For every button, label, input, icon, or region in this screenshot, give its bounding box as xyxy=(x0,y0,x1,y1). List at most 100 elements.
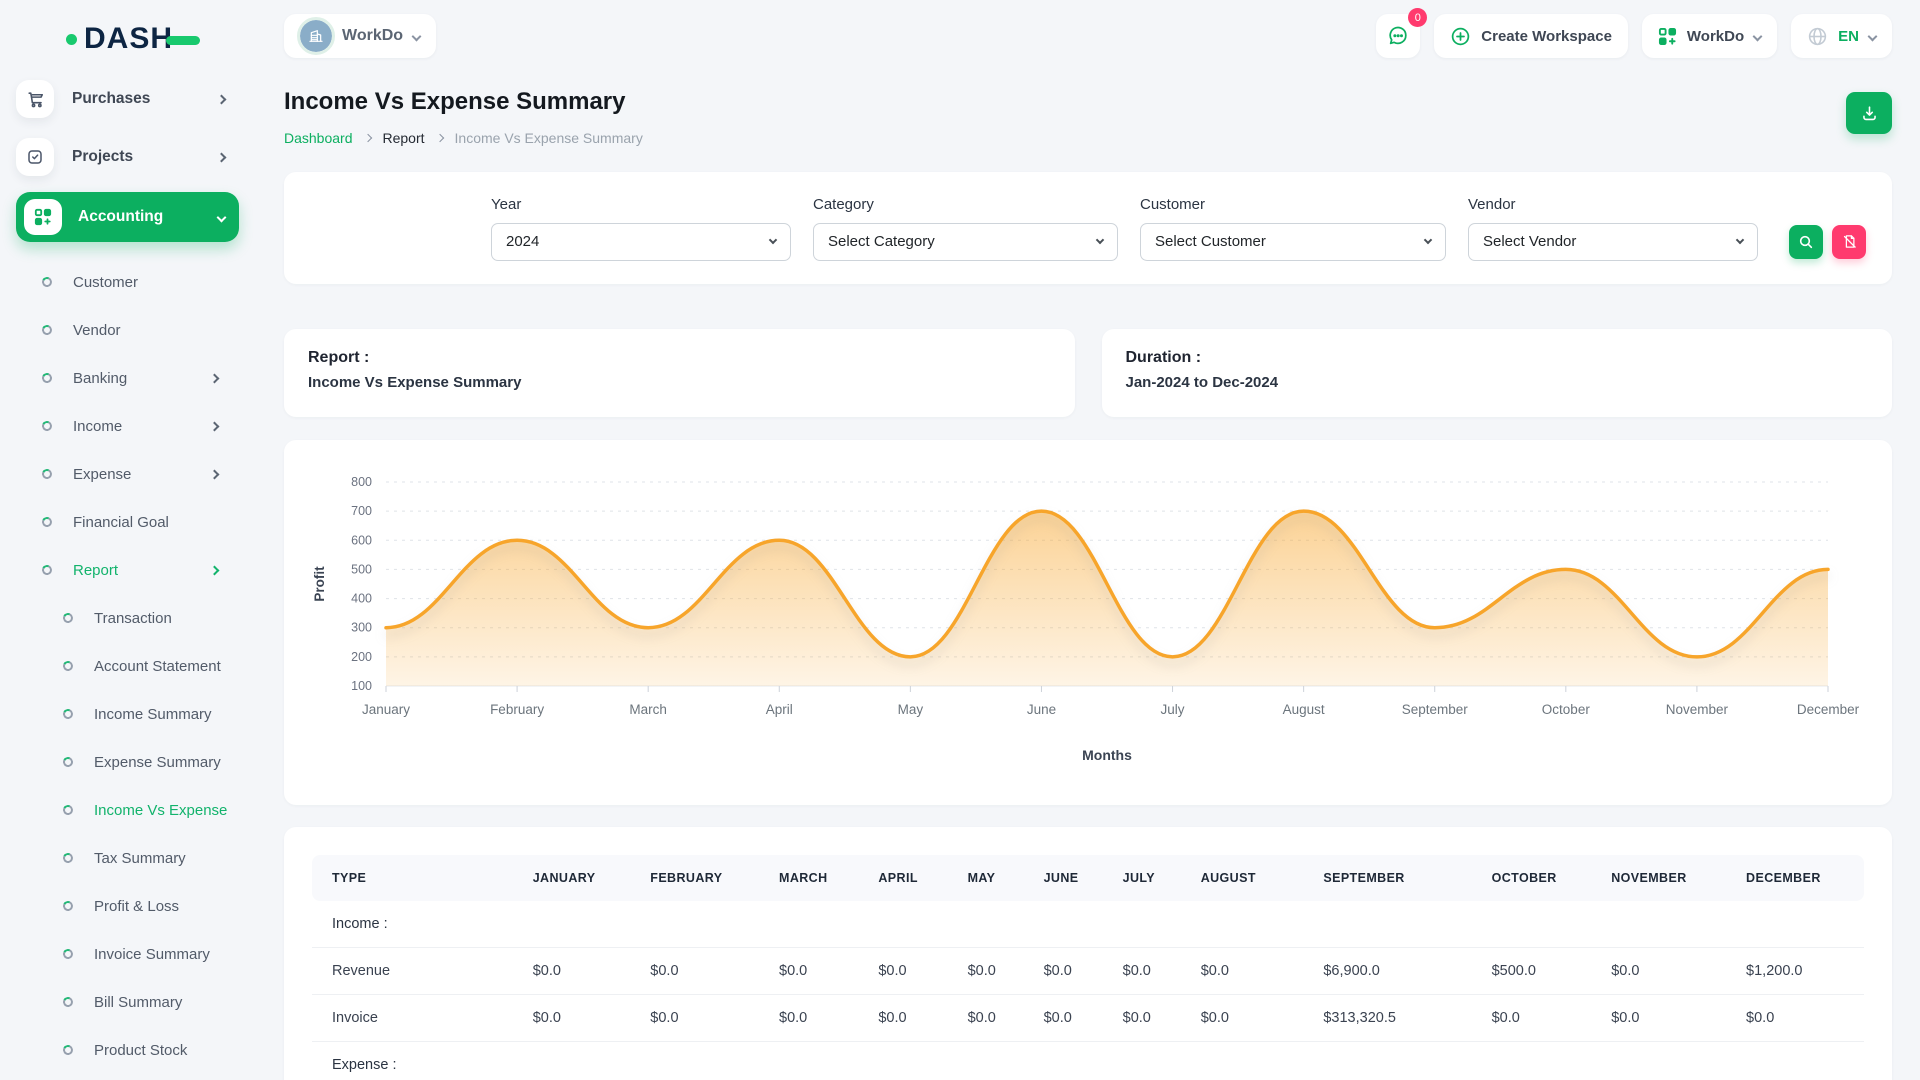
chevron-right-icon xyxy=(210,421,220,431)
breadcrumb-report[interactable]: Report xyxy=(383,130,425,146)
bullet-icon xyxy=(41,516,54,529)
year-select[interactable]: 2024 xyxy=(491,223,791,261)
summary-row: Report : Income Vs Expense Summary Durat… xyxy=(284,329,1892,417)
bullet-icon xyxy=(41,372,54,385)
language-label: EN xyxy=(1838,28,1859,45)
vendor-select[interactable]: Select Vendor xyxy=(1468,223,1758,261)
sidebar-item-expense[interactable]: Expense xyxy=(0,450,255,498)
sidebar-item-label: Expense Summary xyxy=(94,754,255,771)
sidebar-item-label: Report xyxy=(73,562,211,579)
bullet-icon xyxy=(62,756,75,769)
table-row: Revenue$0.0$0.0$0.0$0.0$0.0$0.0$0.0$0.0$… xyxy=(312,948,1864,995)
section-label: Income : xyxy=(312,901,1864,948)
sidebar-item-income-summary[interactable]: Income Summary xyxy=(0,690,255,738)
reset-button[interactable] xyxy=(1832,225,1866,259)
sidebar-item-bill-summary[interactable]: Bill Summary xyxy=(0,978,255,1026)
year-label: Year xyxy=(491,196,791,213)
chat-button[interactable]: 0 xyxy=(1376,14,1420,58)
cart-icon xyxy=(16,80,54,118)
svg-text:October: October xyxy=(1542,702,1591,717)
row-type-label: Invoice xyxy=(312,995,513,1042)
breadcrumb-dashboard[interactable]: Dashboard xyxy=(284,130,353,146)
sidebar-item-purchases[interactable]: Purchases xyxy=(16,76,239,122)
column-header: JUNE xyxy=(1024,855,1103,901)
chevron-down-icon xyxy=(217,212,227,222)
sidebar-item-report[interactable]: Report xyxy=(0,546,255,594)
sidebar-item-projects[interactable]: Projects xyxy=(16,134,239,180)
globe-icon xyxy=(1807,26,1828,47)
workdo-menu-button[interactable]: WorkDo xyxy=(1642,14,1777,58)
category-select[interactable]: Select Category xyxy=(813,223,1118,261)
bullet-icon xyxy=(62,1044,75,1057)
sidebar-item-customer[interactable]: Customer xyxy=(0,258,255,306)
workspace-selector[interactable]: WorkDo xyxy=(284,14,436,58)
table-row: Invoice$0.0$0.0$0.0$0.0$0.0$0.0$0.0$0.0$… xyxy=(312,995,1864,1042)
chevron-right-icon xyxy=(210,565,220,575)
sidebar-item-tax-summary[interactable]: Tax Summary xyxy=(0,834,255,882)
sidebar-item-label: Transaction xyxy=(94,610,255,627)
sidebar-item-product-stock[interactable]: Product Stock xyxy=(0,1026,255,1074)
language-selector[interactable]: EN xyxy=(1791,14,1892,58)
column-header: OCTOBER xyxy=(1472,855,1592,901)
sidebar-item-income-vs-expense[interactable]: Income Vs Expense xyxy=(0,786,255,834)
breadcrumb: Dashboard Report Income Vs Expense Summa… xyxy=(284,130,643,146)
svg-text:300: 300 xyxy=(351,621,372,635)
download-button[interactable] xyxy=(1846,92,1892,134)
app-logo[interactable]: DASH xyxy=(0,14,255,76)
search-button[interactable] xyxy=(1789,225,1823,259)
cell-value: $0.0 xyxy=(630,995,759,1042)
cell-value: $0.0 xyxy=(1181,995,1304,1042)
chevron-down-icon xyxy=(769,236,777,244)
sidebar-item-profit-loss[interactable]: Profit & Loss xyxy=(0,882,255,930)
sidebar-item-label: Income Summary xyxy=(94,706,255,723)
column-header: JULY xyxy=(1103,855,1181,901)
sidebar-item-expense-summary[interactable]: Expense Summary xyxy=(0,738,255,786)
sidebar-item-account-statement[interactable]: Account Statement xyxy=(0,642,255,690)
customer-select[interactable]: Select Customer xyxy=(1140,223,1446,261)
chevron-right-icon xyxy=(210,373,220,383)
sidebar-item-income[interactable]: Income xyxy=(0,402,255,450)
year-field: Year 2024 xyxy=(491,196,791,261)
sidebar-item-accounting[interactable]: Accounting xyxy=(16,192,239,242)
cell-value: $0.0 xyxy=(1103,995,1181,1042)
chevron-down-icon xyxy=(1736,236,1744,244)
sidebar-item-invoice-summary[interactable]: Invoice Summary xyxy=(0,930,255,978)
sidebar-item-label: Financial Goal xyxy=(73,514,255,531)
svg-text:500: 500 xyxy=(351,562,372,576)
sidebar-item-label: Vendor xyxy=(73,322,255,339)
sidebar-item-financial-goal[interactable]: Financial Goal xyxy=(0,498,255,546)
check-square-icon xyxy=(16,138,54,176)
sidebar-item-transaction[interactable]: Transaction xyxy=(0,594,255,642)
svg-text:June: June xyxy=(1027,702,1056,717)
row-type-label: Revenue xyxy=(312,948,513,995)
chevron-down-icon xyxy=(1868,31,1878,41)
svg-text:100: 100 xyxy=(351,679,372,693)
bullet-icon xyxy=(41,324,54,337)
cell-value: $0.0 xyxy=(513,948,631,995)
vendor-value: Select Vendor xyxy=(1483,233,1576,250)
cell-value: $0.0 xyxy=(948,995,1024,1042)
bullet-icon xyxy=(62,900,75,913)
income-expense-table-card: TYPEJANUARYFEBRUARYMARCHAPRILMAYJUNEJULY… xyxy=(284,827,1892,1080)
sidebar-item-banking[interactable]: Banking xyxy=(0,354,255,402)
sidebar-item-cash-flow[interactable]: Cash Flow xyxy=(0,1074,255,1080)
cell-value: $0.0 xyxy=(1472,995,1592,1042)
svg-text:200: 200 xyxy=(351,650,372,664)
section-label: Expense : xyxy=(312,1042,1864,1080)
duration-card-title: Duration : xyxy=(1126,349,1869,367)
accounting-submenu: Customer Vendor BankingIncomeExpense Financ… xyxy=(0,258,255,1080)
logo-dot-icon xyxy=(66,34,77,45)
table-row: Income : xyxy=(312,901,1864,948)
column-header: JANUARY xyxy=(513,855,631,901)
column-header: MAY xyxy=(948,855,1024,901)
topbar-actions: 0 Create Workspace WorkDo xyxy=(1376,14,1892,58)
cell-value: $0.0 xyxy=(630,948,759,995)
sidebar-item-vendor[interactable]: Vendor xyxy=(0,306,255,354)
chevron-down-icon xyxy=(412,31,422,41)
cell-value: $0.0 xyxy=(1024,995,1103,1042)
create-workspace-button[interactable]: Create Workspace xyxy=(1434,14,1628,58)
column-header: APRIL xyxy=(858,855,947,901)
chevron-down-icon xyxy=(1753,31,1763,41)
svg-text:August: August xyxy=(1283,702,1325,717)
sidebar-item-label: Account Statement xyxy=(94,658,255,675)
